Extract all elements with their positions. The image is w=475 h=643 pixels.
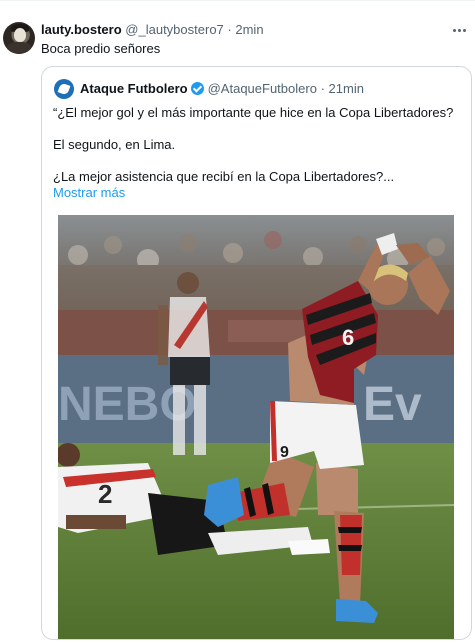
verified-badge-icon (190, 82, 204, 95)
more-icon[interactable] (453, 22, 467, 38)
quoted-text-line: ¿La mejor asistencia que recibí en la Co… (53, 169, 395, 184)
jersey-number-front: 6 (342, 325, 354, 350)
divider (0, 0, 475, 1)
quoted-header: Ataque Futbolero @AtaqueFutbolero · 21min (80, 81, 364, 97)
quoted-timestamp[interactable]: 21min (329, 81, 364, 96)
quoted-tweet[interactable]: Ataque Futbolero @AtaqueFutbolero · 21min… (41, 66, 472, 640)
quoted-avatar[interactable] (54, 79, 74, 99)
author-name[interactable]: lauty.bostero (41, 22, 122, 37)
billboard-text-2: Ev (363, 378, 422, 431)
tweet-text: Boca predio señores (41, 41, 161, 56)
quoted-author-name[interactable]: Ataque Futbolero (80, 81, 188, 96)
quoted-text-line: El segundo, en Lima. (53, 137, 176, 152)
short-number: 9 (280, 444, 289, 461)
tweet-header: lauty.bostero @_lautybostero7 · 2min (41, 22, 264, 38)
avatar[interactable] (3, 22, 35, 54)
avatar-body (7, 42, 31, 54)
tweet-photo[interactable]: NEBO Ev 2 9 6 (58, 215, 454, 639)
quoted-author-handle[interactable]: @AtaqueFutbolero (208, 81, 317, 96)
separator: · (320, 81, 325, 96)
show-more-link[interactable]: Mostrar más (53, 185, 125, 200)
timestamp[interactable]: 2min (235, 22, 263, 37)
author-handle[interactable]: @_lautybostero7 (125, 22, 223, 37)
avatar-face (14, 28, 26, 42)
fallen-jersey-number: 2 (98, 479, 112, 509)
separator: · (227, 22, 232, 37)
quoted-text-line: “¿El mejor gol y el más importante que h… (53, 105, 454, 120)
